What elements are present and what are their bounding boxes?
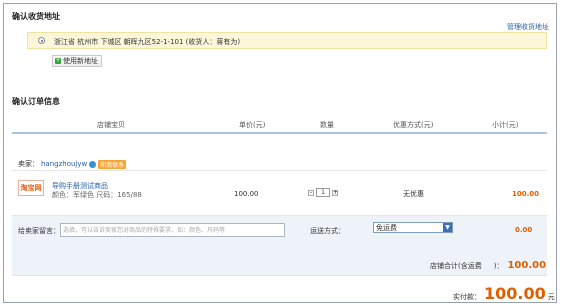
order-table-header: 店铺宝贝 单价(元) 数量 优惠方式(元) 小计(元) [12,114,547,134]
manage-address-link[interactable]: 管理收货地址 [507,22,549,32]
seller-name-link[interactable]: hangzhoujyw [41,160,87,168]
decrease-quantity-button[interactable]: - [308,189,314,196]
seller-message-input[interactable]: 选填，可以告诉卖家您对商品的特殊要求，如：颜色、尺码等 [60,223,285,237]
col-shop-item: 店铺宝贝 [97,121,125,129]
message-label: 给卖家留言： [18,227,60,235]
increase-quantity-button[interactable]: + [332,189,338,196]
item-attributes: 颜色：军绿色 尺码：165/88 [52,191,142,199]
order-section-title: 确认订单信息 [12,97,60,106]
address-radio[interactable] [38,37,45,44]
col-unit-price: 单价(元) [239,121,266,129]
quantity-input[interactable]: 1 [316,188,330,197]
total-divider [12,275,547,276]
shop-total-row: 店铺合计(含运费 )： 100.00 [430,260,546,271]
chevron-down-icon[interactable]: ▼ [443,223,452,232]
col-quantity: 数量 [320,121,334,129]
address-text: 浙江省 杭州市 下城区 朝晖九区52-1-101 (收货人：蒋有为) [54,38,241,46]
shipping-method-select[interactable]: 免运费 ▼ [373,222,453,233]
seller-label: 卖家： [18,160,39,168]
payable-amount: 100.00 [484,284,546,303]
use-new-address-label: 使用新地址 [63,57,98,65]
shipping-method-value: 免运费 [376,223,397,232]
contact-seller-tag[interactable]: 和我联系 [98,159,127,169]
quantity-stepper: - 1 + [308,188,338,197]
item-discount: 无优惠 [403,190,424,198]
item-unit-price: 100.00 [234,190,259,198]
shipping-fee: 0.00 [515,226,533,234]
shop-total-suffix: )： [493,262,504,270]
selected-address-box[interactable]: 浙江省 杭州市 下城区 朝晖九区52-1-101 (收货人：蒋有为) [27,32,547,49]
currency-unit: 元 [547,293,555,301]
address-section-title: 确认收货地址 [12,12,60,21]
payable-row: 实付款： 100.00 元 [453,284,555,303]
item-subtotal: 100.00 [512,190,540,198]
payable-label: 实付款： [453,293,481,301]
item-thumbnail[interactable]: 淘宝网 [18,180,44,196]
shop-total-amount: 100.00 [507,260,547,271]
shipping-label: 运送方式： [310,227,345,235]
col-discount: 优惠方式(元) [393,121,434,129]
wangwang-chat-icon[interactable] [89,160,97,168]
use-new-address-button[interactable]: + 使用新地址 [52,55,102,67]
seller-row: 卖家： hangzhoujyw 和我联系 [18,159,127,169]
plus-icon: + [55,57,61,64]
seller-divider [12,170,547,171]
col-subtotal: 小计(元) [492,121,519,129]
shop-total-label: 店铺合计(含运费 [430,262,482,270]
